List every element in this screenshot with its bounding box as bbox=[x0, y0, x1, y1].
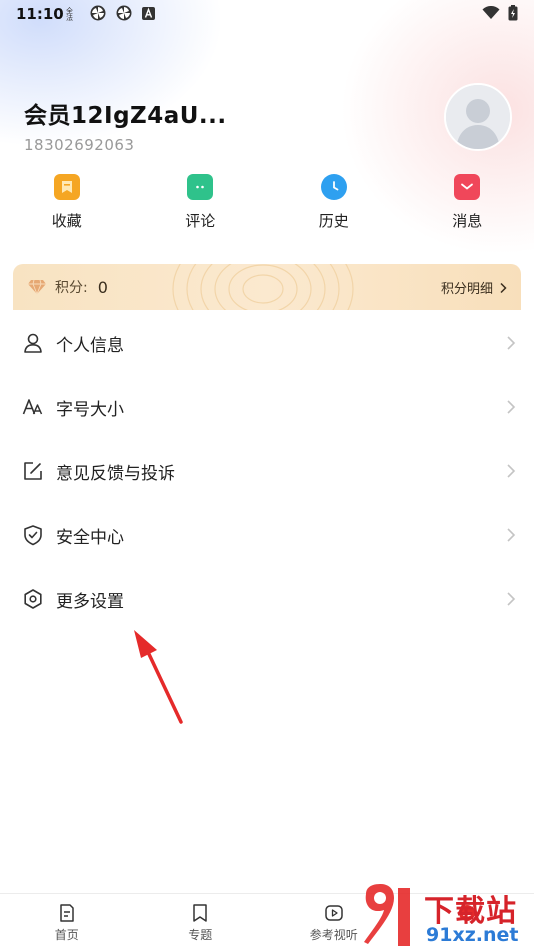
menu-item-personal-info[interactable]: 个人信息 bbox=[0, 311, 534, 375]
menu-item-label: 更多设置 bbox=[56, 592, 124, 612]
chevron-right-icon bbox=[500, 282, 507, 293]
status-time: 11:10 bbox=[16, 5, 64, 23]
username[interactable]: 会员12IgZ4aU... bbox=[24, 96, 227, 130]
quick-action-messages[interactable]: 消息 bbox=[401, 174, 534, 244]
menu-item-feedback[interactable]: 意见反馈与投诉 bbox=[0, 439, 534, 503]
points-detail-label: 积分明细 bbox=[440, 282, 493, 297]
menu-item-label: 个人信息 bbox=[56, 336, 124, 356]
menu-item-font-size[interactable]: 字号大小 bbox=[0, 375, 534, 439]
menu-item-label: 字号大小 bbox=[56, 400, 124, 420]
status-bar: 11:10 全 法 bbox=[0, 0, 534, 28]
nav-tab-home[interactable]: 首页 bbox=[0, 894, 134, 950]
bookmark-outline-icon bbox=[193, 904, 207, 922]
pinwheel-icon bbox=[90, 5, 106, 21]
status-system-icons bbox=[482, 5, 518, 21]
quick-action-label: 评论 bbox=[185, 212, 216, 230]
quick-action-history[interactable]: 历史 bbox=[267, 174, 401, 244]
settings-icon bbox=[24, 589, 42, 609]
profile-section[interactable]: 会员12IgZ4aU... 18302692063 bbox=[24, 96, 227, 154]
wood-ring-decoration bbox=[172, 264, 354, 310]
home-doc-icon bbox=[60, 904, 74, 922]
menu-item-label: 安全中心 bbox=[56, 528, 124, 548]
diamond-icon bbox=[28, 279, 46, 295]
avatar[interactable] bbox=[444, 83, 512, 151]
user-icon bbox=[24, 333, 42, 353]
quick-action-label: 消息 bbox=[452, 212, 483, 230]
settings-menu: 个人信息 字号大小 意见反馈与投诉 安全中心 更多设置 bbox=[0, 311, 534, 631]
points-value: 0 bbox=[97, 277, 108, 297]
svg-text:法: 法 bbox=[66, 13, 73, 21]
comment-icon bbox=[187, 174, 214, 200]
watermark: 下载站 91xz.net bbox=[360, 884, 532, 950]
points-detail-link[interactable]: 积分明细 bbox=[441, 278, 507, 297]
menu-item-more-settings[interactable]: 更多设置 bbox=[0, 567, 534, 631]
annotation-arrow-icon bbox=[134, 630, 183, 724]
menu-item-label: 意见反馈与投诉 bbox=[56, 464, 175, 484]
quick-action-label: 历史 bbox=[318, 212, 349, 230]
nav-label: 专题 bbox=[188, 928, 213, 942]
menu-item-security-center[interactable]: 安全中心 bbox=[0, 503, 534, 567]
quick-actions-row: 收藏 评论 历史 消息 bbox=[0, 174, 534, 244]
play-icon bbox=[325, 905, 343, 921]
shield-icon bbox=[24, 525, 42, 546]
bookmark-icon bbox=[53, 174, 80, 200]
nav-tab-topics[interactable]: 专题 bbox=[134, 894, 268, 950]
pinwheel-icon bbox=[116, 5, 132, 21]
status-notification-icons: 全 法 bbox=[66, 5, 155, 21]
clock-icon bbox=[320, 174, 347, 200]
quick-action-favorites[interactable]: 收藏 bbox=[0, 174, 134, 244]
default-avatar-icon bbox=[446, 85, 510, 149]
points-label: 积分: bbox=[55, 280, 88, 296]
91-logo bbox=[364, 884, 410, 946]
points-bar[interactable]: 积分: 0 积分明细 bbox=[13, 264, 521, 310]
quick-action-comments[interactable]: 评论 bbox=[134, 174, 268, 244]
edit-icon bbox=[24, 462, 42, 480]
wifi-icon bbox=[482, 6, 500, 19]
nav-label: 参考视听 bbox=[309, 928, 358, 942]
chevron-right-icon bbox=[507, 464, 516, 478]
phone-number: 18302692063 bbox=[24, 136, 135, 154]
quick-action-label: 收藏 bbox=[51, 212, 82, 230]
chevron-right-icon bbox=[507, 592, 516, 606]
chevron-right-icon bbox=[507, 336, 516, 350]
font-size-icon bbox=[22, 399, 43, 415]
nav-label: 首页 bbox=[54, 928, 79, 942]
chevron-right-icon bbox=[507, 528, 516, 542]
battery-icon bbox=[508, 5, 518, 21]
mail-icon bbox=[454, 174, 481, 200]
chevron-right-icon bbox=[507, 400, 516, 414]
app-a-icon bbox=[142, 6, 155, 20]
notification-icon: 全 法 bbox=[66, 6, 73, 21]
watermark-url: 91xz.net bbox=[424, 924, 521, 946]
points-summary: 积分: 0 bbox=[27, 277, 108, 297]
